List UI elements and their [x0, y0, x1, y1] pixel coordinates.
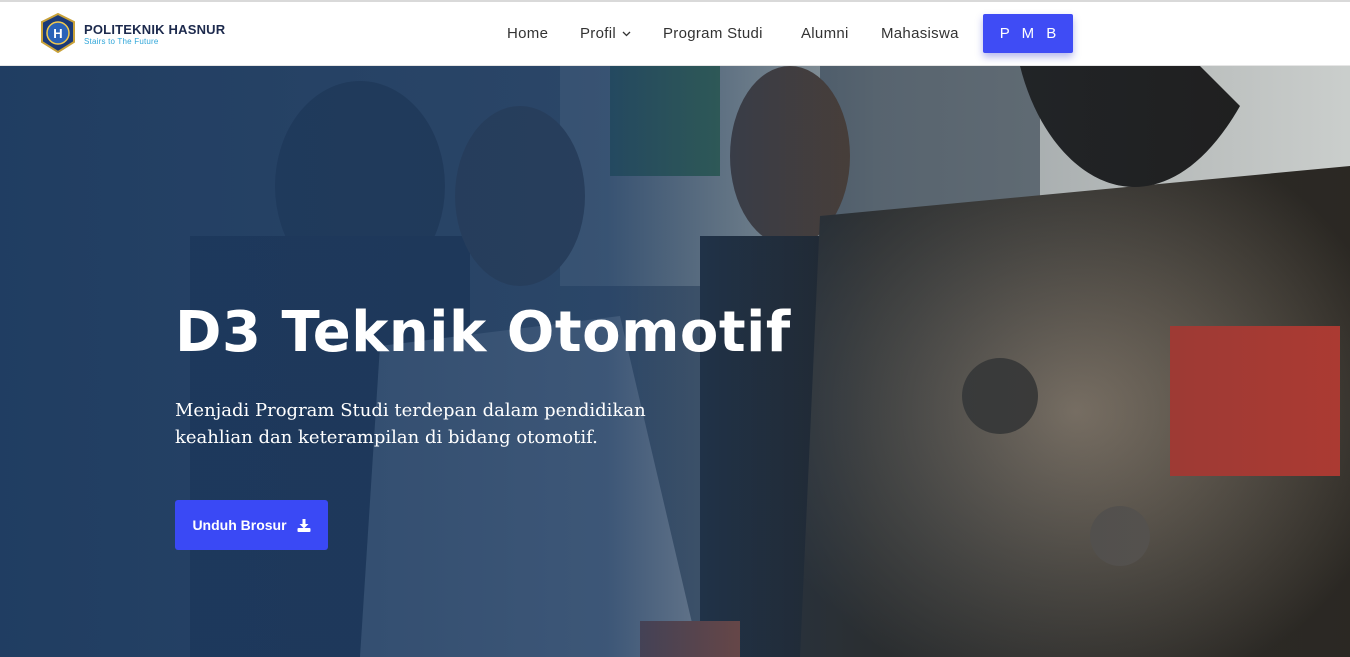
chevron-down-icon: [622, 31, 631, 37]
nav-program-studi[interactable]: Program Studi: [663, 25, 763, 42]
nav-profil[interactable]: Profil: [580, 25, 631, 42]
hero-section: D3 Teknik Otomotif Menjadi Program Studi…: [0, 66, 1350, 657]
download-icon: [297, 518, 311, 532]
pmb-button[interactable]: P M B: [983, 14, 1073, 53]
download-brochure-label: Unduh Brosur: [192, 517, 287, 533]
download-brochure-button[interactable]: Unduh Brosur: [175, 500, 328, 550]
main-nav: Home Profil Program Studi Alumni Mahasis…: [0, 2, 1350, 64]
nav-alumni[interactable]: Alumni: [801, 25, 849, 42]
site-header: H POLITEKNIK HASNUR Stairs to The Future…: [0, 2, 1350, 66]
hero-description: Menjadi Program Studi terdepan dalam pen…: [175, 400, 646, 448]
nav-profil-label: Profil: [580, 25, 616, 42]
hero-title: D3 Teknik Otomotif: [175, 299, 791, 365]
nav-home[interactable]: Home: [507, 25, 548, 42]
nav-mahasiswa[interactable]: Mahasiswa: [881, 25, 959, 42]
